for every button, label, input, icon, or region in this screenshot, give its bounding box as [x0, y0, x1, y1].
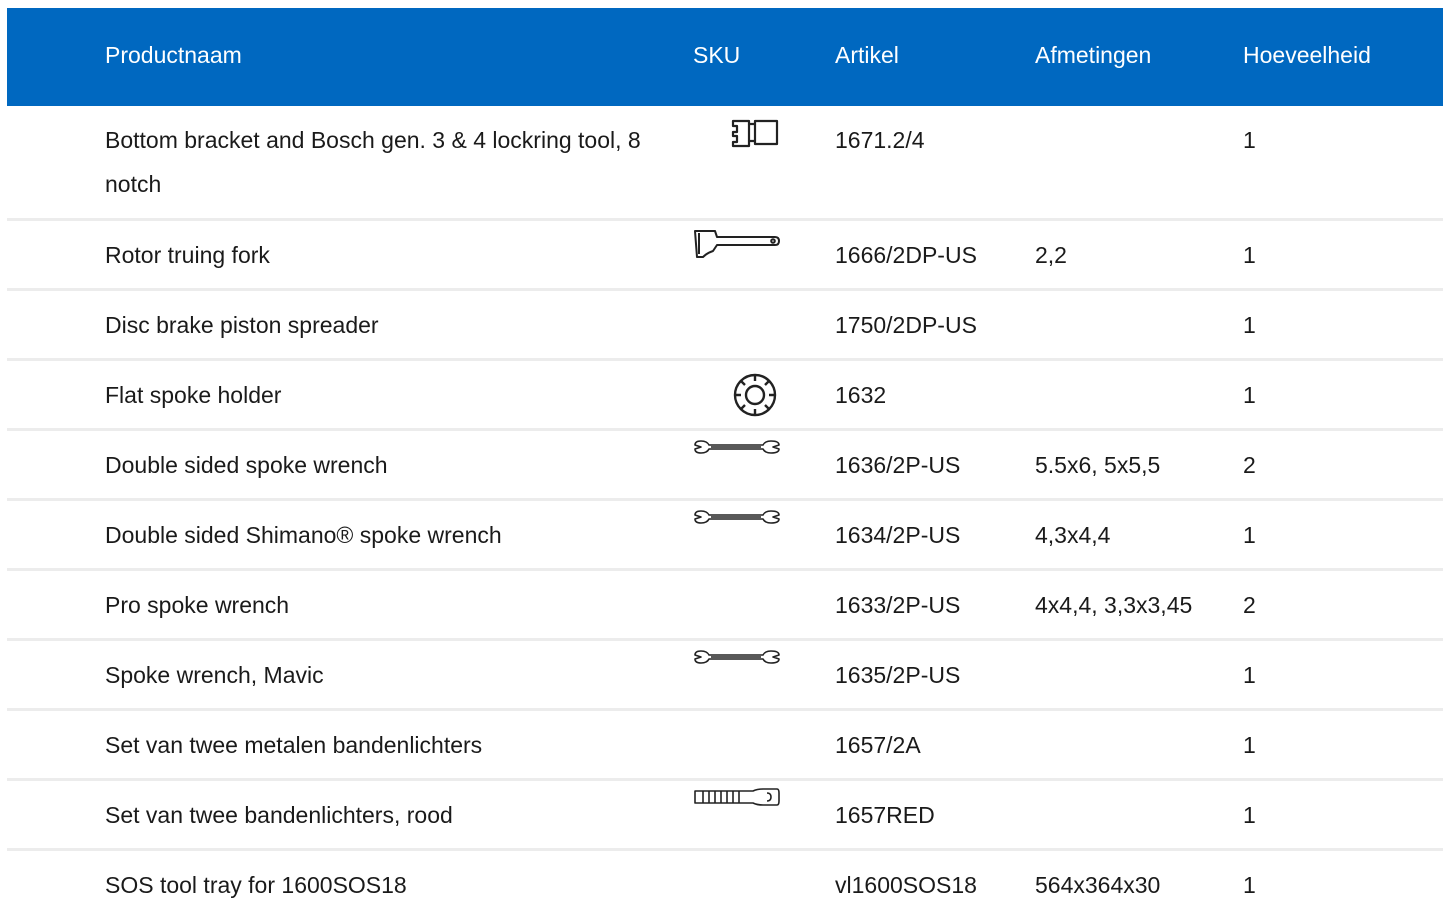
dimensions: 564x364x30 — [1035, 872, 1161, 898]
quantity: 1 — [1243, 382, 1256, 408]
table-row: Bottom bracket and Bosch gen. 3 & 4 lock… — [7, 106, 1443, 221]
spoke-holder-icon — [733, 373, 777, 417]
article-number: 1750/2DP-US — [835, 312, 977, 338]
product-name: Spoke wrench, Mavic — [105, 662, 324, 688]
sku-cell — [693, 221, 793, 288]
dimensions — [1035, 361, 1235, 428]
article-number: vl1600SOS18 — [835, 872, 977, 898]
product-name: Bottom bracket and Bosch gen. 3 & 4 lock… — [105, 127, 641, 197]
article-number: 1666/2DP-US — [835, 242, 977, 268]
dimensions — [1035, 781, 1235, 848]
table-row: Double sided Shimano® spoke wrench 1634/… — [7, 501, 1443, 571]
rotor-truing-fork-icon — [694, 230, 780, 258]
article-number: 1657/2A — [835, 732, 921, 758]
sku-cell — [693, 106, 793, 218]
product-name: Pro spoke wrench — [105, 592, 290, 618]
spoke-wrench-icon — [694, 440, 780, 454]
sku-cell — [693, 291, 793, 358]
quantity: 2 — [1243, 452, 1256, 478]
header-artikel[interactable]: Artikel — [835, 8, 1025, 106]
sku-cell — [693, 431, 793, 498]
header-hoeveelheid[interactable]: Hoeveelheid — [1243, 8, 1393, 106]
sku-cell — [693, 571, 793, 638]
table-row: Rotor truing fork 1666/2DP-US 2,2 1 — [7, 221, 1443, 291]
table-row: Set van twee bandenlichters, rood 1657RE… — [7, 781, 1443, 851]
table-row: SOS tool tray for 1600SOS18 vl1600SOS18 … — [7, 851, 1443, 921]
product-name: Rotor truing fork — [105, 242, 270, 268]
table-row: Flat spoke holder 1632 1 — [7, 361, 1443, 431]
product-name: Double sided spoke wrench — [105, 452, 388, 478]
dimensions: 2,2 — [1035, 242, 1067, 268]
table-row: Disc brake piston spreader 1750/2DP-US 1 — [7, 291, 1443, 361]
header-afmetingen[interactable]: Afmetingen — [1035, 8, 1235, 106]
quantity: 1 — [1243, 662, 1256, 688]
quantity: 1 — [1243, 242, 1256, 268]
dimensions — [1035, 106, 1235, 218]
header-productnaam[interactable]: Productnaam — [105, 8, 665, 106]
lockring-tool-icon — [731, 119, 779, 148]
dimensions — [1035, 711, 1235, 778]
spoke-wrench-icon — [694, 650, 780, 664]
dimensions: 5.5x6, 5x5,5 — [1035, 452, 1161, 478]
dimensions — [1035, 641, 1235, 708]
product-name: Set van twee metalen bandenlichters — [105, 732, 483, 758]
article-number: 1633/2P-US — [835, 592, 961, 618]
quantity: 2 — [1243, 592, 1256, 618]
sku-cell — [693, 641, 793, 708]
sku-cell — [693, 711, 793, 778]
sku-cell — [693, 781, 793, 848]
quantity: 1 — [1243, 872, 1256, 898]
table-row: Set van twee metalen bandenlichters 1657… — [7, 711, 1443, 781]
quantity: 1 — [1243, 802, 1256, 828]
sku-cell — [693, 501, 793, 568]
article-number: 1635/2P-US — [835, 662, 961, 688]
table-header: Productnaam SKU Artikel Afmetingen Hoeve… — [7, 8, 1443, 106]
article-number: 1634/2P-US — [835, 522, 961, 548]
product-name: Double sided Shimano® spoke wrench — [105, 522, 502, 548]
product-name: Flat spoke holder — [105, 382, 282, 408]
quantity: 1 — [1243, 127, 1256, 153]
article-number: 1632 — [835, 382, 887, 408]
article-number: 1636/2P-US — [835, 452, 961, 478]
table-row: Double sided spoke wrench 1636/2P-US 5.5… — [7, 431, 1443, 501]
dimensions — [1035, 291, 1235, 358]
product-name: Disc brake piston spreader — [105, 312, 379, 338]
quantity: 1 — [1243, 312, 1256, 338]
product-name: SOS tool tray for 1600SOS18 — [105, 872, 407, 898]
quantity: 1 — [1243, 522, 1256, 548]
article-number: 1671.2/4 — [835, 127, 925, 153]
header-sku[interactable]: SKU — [693, 8, 793, 106]
article-number: 1657RED — [835, 802, 935, 828]
sku-cell — [693, 851, 793, 921]
quantity: 1 — [1243, 732, 1256, 758]
table-row: Spoke wrench, Mavic 1635/2P-US 1 — [7, 641, 1443, 711]
product-name: Set van twee bandenlichters, rood — [105, 802, 453, 828]
spoke-wrench-icon — [694, 510, 780, 524]
table-row: Pro spoke wrench 1633/2P-US 4x4,4, 3,3x3… — [7, 571, 1443, 641]
tire-lever-icon — [694, 788, 780, 806]
dimensions: 4x4,4, 3,3x3,45 — [1035, 592, 1193, 618]
dimensions: 4,3x4,4 — [1035, 522, 1111, 548]
sku-cell — [693, 361, 793, 428]
product-table: Productnaam SKU Artikel Afmetingen Hoeve… — [7, 8, 1443, 921]
